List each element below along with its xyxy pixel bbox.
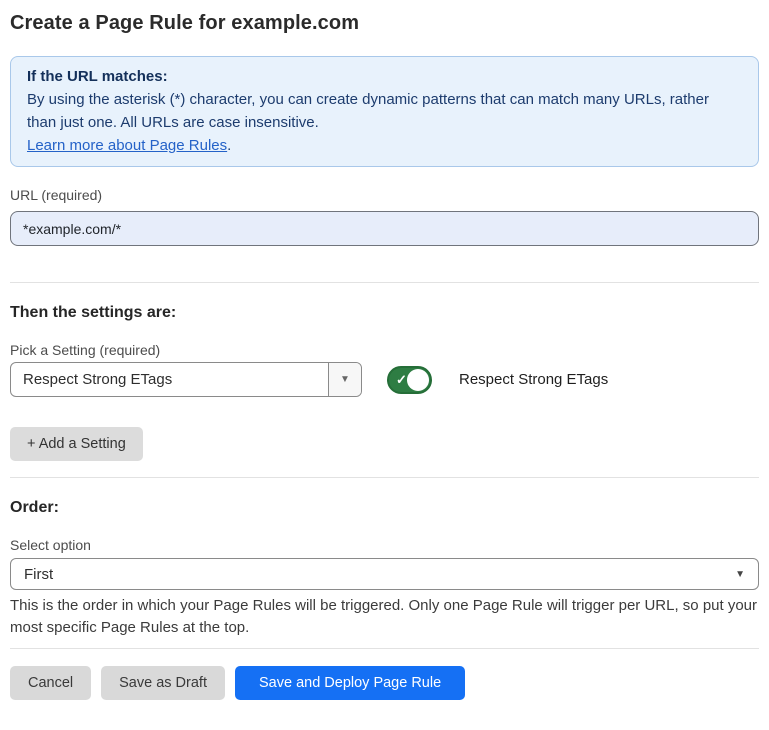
order-select-value: First bbox=[24, 566, 53, 583]
toggle-knob bbox=[407, 369, 429, 391]
url-label: URL (required) bbox=[10, 187, 759, 203]
settings-heading: Then the settings are: bbox=[10, 304, 759, 322]
page-title: Create a Page Rule for example.com bbox=[10, 12, 759, 35]
footer-divider bbox=[10, 648, 759, 649]
info-box-body: By using the asterisk (*) character, you… bbox=[27, 88, 742, 134]
chevron-down-icon: ▼ bbox=[735, 569, 745, 580]
pick-setting-label: Pick a Setting (required) bbox=[10, 342, 759, 358]
section-divider bbox=[10, 282, 759, 283]
setting-select[interactable]: Respect Strong ETags ▼ bbox=[10, 362, 362, 397]
info-box-link-line: Learn more about Page Rules. bbox=[27, 134, 742, 157]
order-help-text: This is the order in which your Page Rul… bbox=[10, 595, 759, 639]
url-input[interactable] bbox=[10, 211, 759, 246]
check-icon: ✓ bbox=[396, 373, 407, 386]
link-suffix: . bbox=[227, 137, 231, 154]
info-box-heading: If the URL matches: bbox=[27, 65, 742, 88]
toggle-label: Respect Strong ETags bbox=[459, 371, 608, 388]
setting-select-arrow-button[interactable]: ▼ bbox=[328, 363, 361, 396]
setting-row: Respect Strong ETags ▼ ✓ Respect Strong … bbox=[10, 362, 759, 397]
add-setting-button[interactable]: + Add a Setting bbox=[10, 427, 143, 461]
save-draft-button[interactable]: Save as Draft bbox=[101, 666, 225, 700]
footer-actions: Cancel Save as Draft Save and Deploy Pag… bbox=[10, 666, 759, 700]
page-rule-form: Create a Page Rule for example.com If th… bbox=[0, 12, 769, 700]
learn-more-link[interactable]: Learn more about Page Rules bbox=[27, 137, 227, 154]
order-heading: Order: bbox=[10, 499, 759, 517]
url-match-info-box: If the URL matches: By using the asteris… bbox=[10, 56, 759, 167]
order-select[interactable]: First ▼ bbox=[10, 558, 759, 590]
section-divider bbox=[10, 477, 759, 478]
setting-select-value: Respect Strong ETags bbox=[11, 363, 328, 396]
select-option-label: Select option bbox=[10, 537, 759, 553]
save-deploy-button[interactable]: Save and Deploy Page Rule bbox=[235, 666, 465, 700]
respect-strong-etags-toggle[interactable]: ✓ bbox=[387, 366, 432, 394]
cancel-button[interactable]: Cancel bbox=[10, 666, 91, 700]
triangle-down-icon: ▼ bbox=[340, 374, 350, 385]
